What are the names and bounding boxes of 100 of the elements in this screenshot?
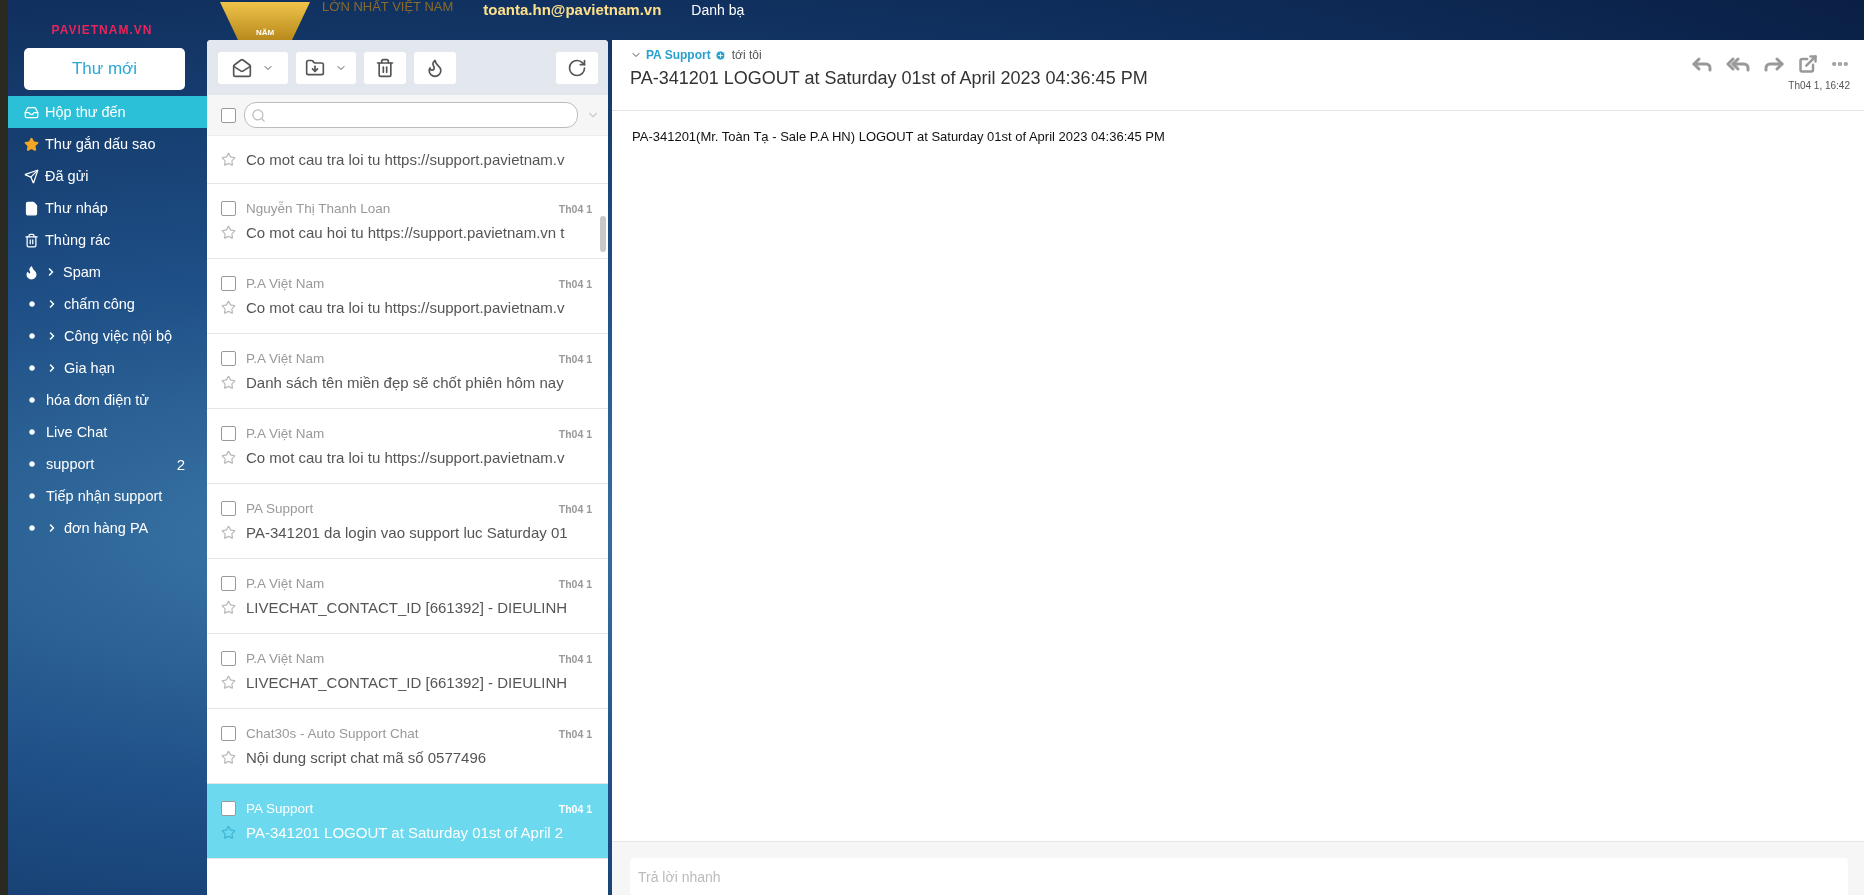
star-icon[interactable] [221,825,236,840]
folder-label: support [46,456,95,472]
account-email[interactable]: toanta.hn@pavietnam.vn [483,1,662,18]
slogan: LỚN NHẤT VIỆT NAM [322,0,454,14]
search-field[interactable] [244,102,578,128]
folder-item[interactable]: Thư nháp [8,192,207,224]
sender-name: P.A Việt Nam [246,426,326,441]
quick-reply-field[interactable]: Trả lời nhanh [630,858,1848,895]
row-checkbox[interactable] [221,576,236,591]
add-contact-icon[interactable] [714,49,726,61]
search-icon [251,107,266,123]
row-checkbox[interactable] [221,501,236,516]
spam-button[interactable] [414,51,456,84]
star-icon[interactable] [221,525,236,540]
folder-item[interactable]: Đã gửi [8,160,207,192]
flame-icon [425,57,445,78]
scrollbar-thumb[interactable] [600,216,606,252]
folder-label: Tiếp nhận support [46,488,163,504]
message-subject: PA-341201 da login vao support luc Saturday 01 [246,524,568,541]
message-date: Th04 1 [558,577,592,590]
external-link-icon[interactable] [1798,54,1818,74]
anniversary-emblem: NĂM [220,2,310,40]
logo-text: PAVIETNAM.VN [51,23,153,37]
row-checkbox[interactable] [221,426,236,441]
row-checkbox[interactable] [221,276,236,291]
move-button[interactable] [296,51,356,84]
folder-item[interactable]: Spam [8,256,207,288]
star-icon[interactable] [221,375,236,390]
folder-label: Live Chat [46,424,108,440]
folder-label: Thùng rác [45,232,111,248]
sender-name: PA Support [246,501,315,516]
message-subject: Co mot cau tra loi tu https://support.pavietnam.v [246,299,565,316]
document-icon [24,200,39,216]
star-icon[interactable] [221,152,236,167]
star-icon[interactable] [221,750,236,765]
sender-name: Nguyễn Thị Thanh Loan [246,201,392,216]
row-checkbox[interactable] [221,201,236,216]
row-checkbox[interactable] [221,801,236,816]
folder-label: Đã gửi [45,168,89,184]
dot-icon [29,397,35,403]
delete-button[interactable] [364,51,406,84]
message-subject: LIVECHAT_CONTACT_ID [661392] - DIEULINH [246,599,568,616]
paper-plane-icon [24,168,39,184]
folder-item[interactable]: Thùng rác [8,224,207,256]
dot-icon [29,333,35,339]
folder-item[interactable]: Gia hạn [8,352,207,384]
sender-name: P.A Việt Nam [246,276,326,291]
recipient-text: tới tôi [731,48,762,62]
folder-label: Thư gắn dấu sao [45,136,156,152]
folder-item[interactable]: Công việc nội bộ [8,320,207,352]
folder-item[interactable]: hóa đơn điện tử [8,384,207,416]
folder-label: hóa đơn điện tử [46,392,150,408]
folder-label: Hộp thư đến [45,104,126,120]
select-all-checkbox[interactable] [221,107,236,123]
folder-icon [305,57,325,78]
dot-icon [29,365,35,371]
row-checkbox[interactable] [221,726,236,741]
trash-icon [375,57,395,78]
message-date: Th04 1, 16:42 [1788,80,1850,91]
message-date: Th04 1 [558,727,592,740]
unread-count: 2 [176,455,185,473]
dot-icon [29,429,35,435]
sender-name: P.A Việt Nam [246,651,326,666]
contacts-link[interactable]: Danh bạ [691,2,745,18]
dot-icon [29,301,35,307]
folder-item[interactable]: Live Chat [8,416,207,448]
folder-label: Spam [63,264,101,280]
folder-item[interactable]: Tiếp nhận support [8,480,207,512]
inbox-icon [24,104,39,120]
mark-read-button[interactable] [218,51,288,84]
message-title: PA-341201 LOGOUT at Saturday 01st of April 2023 04:36:45 PM [630,68,1149,89]
star-icon[interactable] [221,300,236,315]
row-checkbox[interactable] [221,351,236,366]
message-date: Th04 1 [558,427,592,440]
folder-item[interactable]: Thư gắn dấu sao [8,128,207,160]
message-subject: PA-341201 LOGOUT at Saturday 01st of April 2 [246,824,564,841]
message-date: Th04 1 [558,502,592,515]
refresh-icon [567,57,587,78]
flame-icon [24,264,39,280]
message-date: Th04 1 [558,352,592,365]
star-icon[interactable] [221,675,236,690]
folder-item[interactable]: chấm công [8,288,207,320]
dot-icon [29,493,35,499]
message-subject: Co mot cau hoi tu https://support.pavietnam.vn t [246,224,565,241]
star-icon[interactable] [221,600,236,615]
dot-icon [29,525,35,531]
trash-icon [24,232,39,248]
sender-name: PA Support [246,801,315,816]
message-subject: Co mot cau tra loi tu https://support.pavietnam.v [246,449,565,466]
message-date: Th04 1 [558,202,592,215]
sender-name: P.A Việt Nam [246,576,326,591]
message-date: Th04 1 [558,802,592,815]
star-icon[interactable] [221,225,236,240]
refresh-button[interactable] [556,51,598,84]
folder-label: đơn hàng PA [64,520,149,536]
folder-item[interactable]: support 2 [8,448,207,480]
dot-icon [29,461,35,467]
folder-item[interactable]: đơn hàng PA [8,512,207,544]
star-icon[interactable] [221,450,236,465]
row-checkbox[interactable] [221,651,236,666]
